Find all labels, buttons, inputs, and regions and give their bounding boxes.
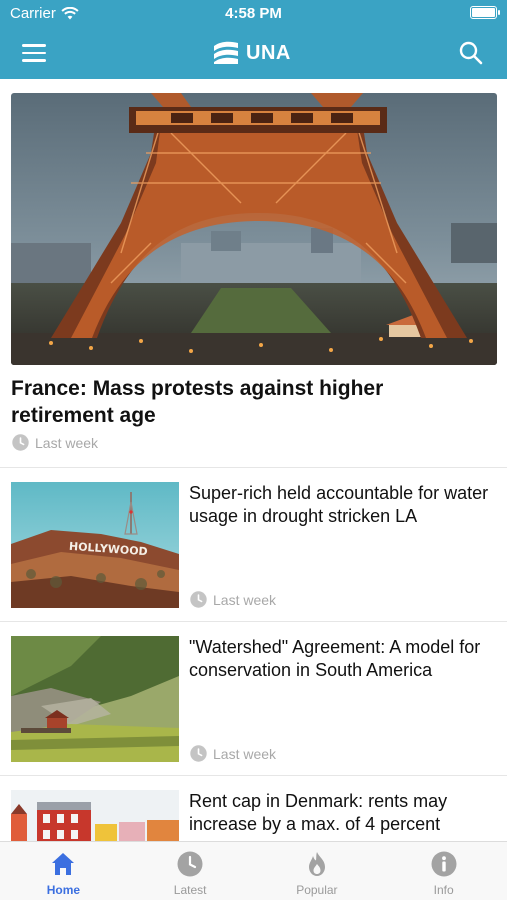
tab-info-label: Info <box>433 883 454 897</box>
featured-article[interactable]: France: Mass protests against higher ret… <box>0 79 507 468</box>
article-meta: Last week <box>190 591 276 608</box>
search-button[interactable] <box>458 40 484 66</box>
article-title[interactable]: Rent cap in Denmark: rents may increase … <box>189 790 501 836</box>
featured-article-title[interactable]: France: Mass protests against higher ret… <box>11 375 491 429</box>
hollywood-sign-photo[interactable]: HOLLYWOOD <box>11 482 179 608</box>
nav-bar: UNA <box>0 28 507 79</box>
tab-latest-label: Latest <box>173 883 207 897</box>
app-header: Carrier 4:58 PM UNA <box>0 0 507 79</box>
clock-icon <box>190 745 207 762</box>
info-icon <box>431 851 457 877</box>
river-cliff-photo[interactable] <box>11 636 179 762</box>
featured-article-time: Last week <box>35 434 99 451</box>
tab-latest[interactable]: Latest <box>127 842 254 900</box>
home-icon <box>52 853 75 875</box>
clock-icon <box>190 591 207 608</box>
app-logo: UNA <box>212 38 291 68</box>
featured-article-meta: Last week <box>12 434 98 451</box>
article-time: Last week <box>213 745 277 762</box>
article-row[interactable]: HOLLYWOOD Super-rich held accountable fo… <box>0 468 507 622</box>
news-feed[interactable]: France: Mass protests against higher ret… <box>0 79 507 841</box>
tab-popular[interactable]: Popular <box>254 842 381 900</box>
battery-icon <box>470 6 500 19</box>
tab-info[interactable]: Info <box>380 842 507 900</box>
clock-icon <box>12 434 29 451</box>
una-logo-mark-icon <box>214 41 238 64</box>
article-row[interactable]: "Watershed" Agreement: A model for conse… <box>0 622 507 776</box>
tab-home-label: Home <box>46 883 81 897</box>
eiffel-tower-photo[interactable] <box>11 93 497 365</box>
article-row[interactable]: Rent cap in Denmark: rents may increase … <box>0 776 507 841</box>
tab-popular-label: Popular <box>296 883 338 897</box>
article-meta: Last week <box>190 745 276 762</box>
status-time: 4:58 PM <box>225 5 282 22</box>
article-title[interactable]: Super-rich held accountable for water us… <box>189 482 501 528</box>
article-title[interactable]: "Watershed" Agreement: A model for conse… <box>189 636 501 682</box>
logo-text: UNA <box>246 41 291 64</box>
colorful-houses-photo[interactable] <box>11 790 179 841</box>
menu-button[interactable] <box>22 41 52 65</box>
clock-icon <box>177 851 203 877</box>
tab-home[interactable]: Home <box>0 842 127 900</box>
status-bar: Carrier 4:58 PM <box>0 0 507 28</box>
article-time: Last week <box>213 591 277 608</box>
tab-bar: Home Latest Popular Info <box>0 841 507 900</box>
flame-icon <box>308 852 325 876</box>
